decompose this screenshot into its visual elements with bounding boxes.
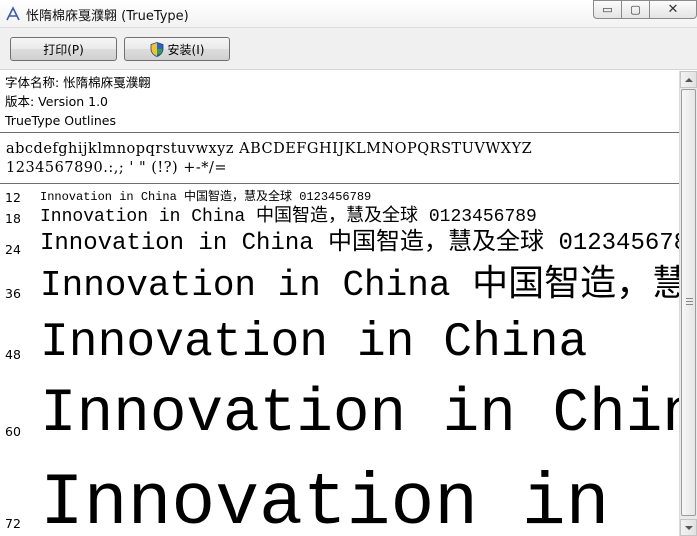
sample-text: Innovation in China <box>40 316 588 370</box>
sample-row-12: 12 Innovation in China 中国智造，慧及全球 0123456… <box>0 188 679 206</box>
sample-text: Innovation in China 中国智造，慧及全球 0123456789 <box>40 190 372 204</box>
print-button-label: 打印(P) <box>43 42 84 57</box>
scroll-thumb[interactable] <box>681 89 696 516</box>
maximize-icon: ▢ <box>630 3 641 16</box>
vertical-scrollbar[interactable] <box>679 71 697 536</box>
window-title: 怅隋棉庥戛濮翺 (TrueType) <box>26 9 189 24</box>
separator <box>0 183 679 184</box>
title-bar: 怅隋棉庥戛濮翺 (TrueType) ▭ ▢ ✕ <box>0 0 697 28</box>
sample-size-label: 18 <box>5 211 21 226</box>
close-button[interactable]: ✕ <box>649 0 697 19</box>
sample-row-24: 24 Innovation in China 中国智造，慧及全球 0123456… <box>0 230 679 264</box>
scroll-down-button[interactable] <box>680 519 697 536</box>
sample-text: Innovation in China 中国智造，慧及全球 <box>40 265 679 306</box>
close-icon: ✕ <box>667 2 679 17</box>
grip-line <box>686 298 693 299</box>
sample-row-18: 18 Innovation in China 中国智造，慧及全球 0123456… <box>0 206 679 230</box>
font-preview-pane: 字体名称: 怅隋棉庥戛濮翺 版本: Version 1.0 TrueType O… <box>0 71 679 536</box>
sample-row-48: 48 Innovation in China <box>0 310 679 372</box>
sample-size-label: 60 <box>5 424 21 439</box>
sample-size-label: 72 <box>5 516 21 531</box>
font-version-line: 版本: Version 1.0 <box>5 94 109 109</box>
sample-text: Innovation in <box>40 462 610 536</box>
arrow-up-icon <box>684 77 693 82</box>
character-set: abcdefghijklmnopqrstuvwxyz ABCDEFGHIJKLM… <box>6 140 532 178</box>
arrow-down-icon <box>684 525 693 530</box>
sample-row-72: 72 Innovation in <box>0 452 679 536</box>
sample-text: Innovation in China 中国智造，慧及全球 0123456789 <box>40 207 537 227</box>
toolbar: 打印(P) 安装(I) <box>0 28 697 70</box>
font-info: 字体名称: 怅隋棉庥戛濮翺 版本: Version 1.0 TrueType O… <box>5 73 151 130</box>
install-button[interactable]: 安装(I) <box>124 37 230 61</box>
sample-text: Innovation in China <box>40 380 679 449</box>
maximize-button[interactable]: ▢ <box>621 0 649 19</box>
sample-size-label: 12 <box>5 190 21 205</box>
grip-line <box>686 301 693 302</box>
print-button[interactable]: 打印(P) <box>10 37 117 61</box>
font-viewer-icon <box>6 6 20 21</box>
scroll-up-button[interactable] <box>680 71 697 88</box>
grip-line <box>686 304 693 305</box>
charset-letters: abcdefghijklmnopqrstuvwxyz ABCDEFGHIJKLM… <box>6 141 533 157</box>
sample-text: Innovation in China 中国智造，慧及全球 0123456789 <box>40 230 679 257</box>
sample-size-label: 48 <box>5 347 21 362</box>
separator <box>0 132 679 133</box>
install-button-label: 安装(I) <box>167 42 205 57</box>
window-controls: ▭ ▢ ✕ <box>593 0 697 20</box>
sample-size-label: 24 <box>5 242 21 257</box>
font-name-line: 字体名称: 怅隋棉庥戛濮翺 <box>5 75 151 90</box>
sample-row-36: 36 Innovation in China 中国智造，慧及全球 <box>0 264 679 310</box>
uac-shield-icon <box>150 41 163 57</box>
charset-digits-symbols: 1234567890.:,; ' " (!?) +-*/= <box>6 160 228 176</box>
minimize-icon: ▭ <box>602 3 613 16</box>
sample-row-60: 60 Innovation in China <box>0 372 679 452</box>
sample-size-label: 36 <box>5 286 21 301</box>
minimize-button[interactable]: ▭ <box>593 0 621 19</box>
font-type-line: TrueType Outlines <box>5 113 116 128</box>
